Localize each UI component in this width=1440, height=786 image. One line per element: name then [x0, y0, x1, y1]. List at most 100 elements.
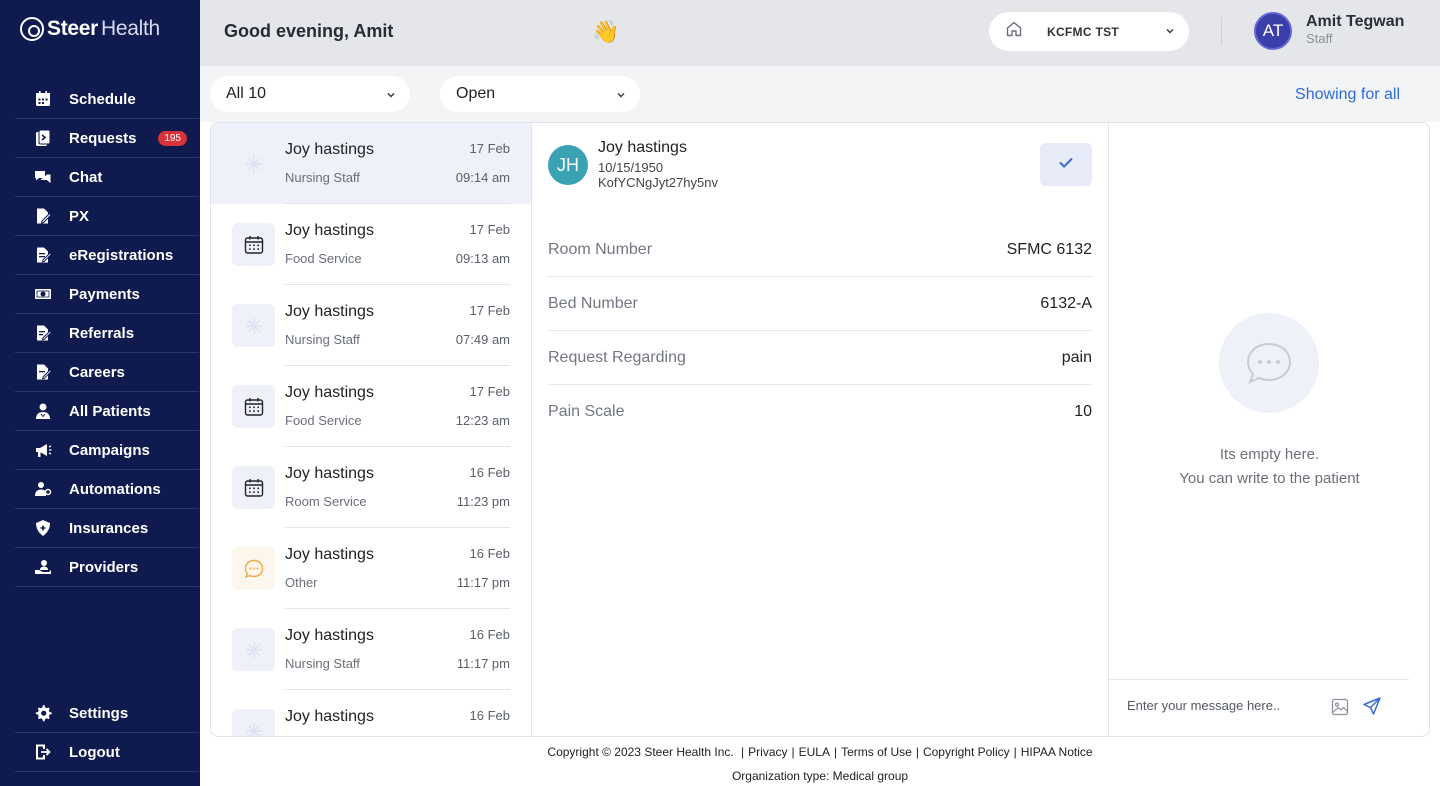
count-filter-dropdown[interactable]: All 10	[210, 76, 410, 112]
automation-icon	[34, 480, 52, 498]
request-list-item[interactable]: Joy hastings Other 16 Feb 11:17 pm	[211, 528, 531, 609]
footer-separator: |	[834, 745, 838, 759]
sidebar-item-schedule[interactable]: Schedule	[15, 80, 199, 119]
sidebar-item-all-patients[interactable]: All Patients	[15, 392, 199, 431]
calendar-icon	[34, 90, 52, 108]
request-date: 16 Feb	[469, 465, 510, 480]
request-list-item[interactable]: Joy hastings Nursing Staff 17 Feb 09:14 am	[211, 123, 531, 204]
steer-health-logo[interactable]: Steer Health	[20, 17, 160, 41]
request-department: Food Service	[285, 251, 362, 266]
send-icon[interactable]	[1362, 696, 1382, 721]
user-name[interactable]: Amit Tegwan	[1306, 13, 1404, 31]
sidebar-item-settings[interactable]: Settings	[15, 694, 199, 733]
organization-type: Organization type: Medical group	[731, 769, 909, 783]
sidebar-item-campaigns[interactable]: Campaigns	[15, 431, 199, 470]
request-list-item[interactable]: Joy hastings 16 Feb	[211, 690, 531, 736]
resolve-button[interactable]	[1040, 143, 1092, 186]
request-department: Nursing Staff	[285, 656, 360, 671]
footer-separator: |	[791, 745, 795, 759]
requests-panel: Joy hastings Nursing Staff 17 Feb 09:14 am J…	[210, 122, 1430, 737]
logo-mark-icon	[20, 17, 44, 41]
insurance-icon	[34, 519, 52, 537]
field-value: SFMC 6132	[1006, 240, 1092, 258]
patient-chat: Its empty here. You can write to the pat…	[1109, 123, 1429, 736]
request-time: 11:23 pm	[456, 494, 510, 509]
request-time: 11:17 pm	[456, 656, 510, 671]
sidebar-item-chat[interactable]: Chat	[15, 158, 199, 197]
request-department: Nursing Staff	[285, 332, 360, 347]
sidebar-item-logout[interactable]: Logout	[15, 733, 199, 772]
footer-link-eula[interactable]: EULA	[799, 745, 830, 759]
request-list-item[interactable]: Joy hastings Food Service 17 Feb 09:13 am	[211, 204, 531, 285]
request-list-item[interactable]: Joy hastings Food Service 17 Feb 12:23 am	[211, 366, 531, 447]
footer-link-terms-of-use[interactable]: Terms of Use	[841, 745, 912, 759]
footer-link-privacy[interactable]: Privacy	[748, 745, 787, 759]
sidebar-item-label: Schedule	[69, 90, 136, 108]
megaphone-icon	[34, 441, 52, 459]
sidebar-item-referrals[interactable]: Referrals	[15, 314, 199, 353]
footer-link-hipaa-notice[interactable]: HIPAA Notice	[1021, 745, 1093, 759]
field-row-room-number: Room Number SFMC 6132	[548, 223, 1092, 277]
patient-avatar: JH	[548, 145, 588, 185]
request-time: 09:13 am	[455, 251, 510, 266]
footer-link-copyright-policy[interactable]: Copyright Policy	[923, 745, 1010, 759]
nursing-icon	[232, 709, 275, 736]
filter-bar: All 10 Open Showing for all	[200, 66, 1440, 122]
greeting: Good evening, Amit	[224, 21, 394, 41]
logo-text-bold: Steer	[47, 17, 99, 40]
provider-icon	[34, 558, 52, 576]
sidebar-item-label: Settings	[69, 704, 129, 722]
showing-for-all-link[interactable]: Showing for all	[1295, 86, 1400, 104]
sidebar-item-label: All Patients	[69, 402, 151, 420]
empty-chat-subtitle: You can write to the patient	[1179, 470, 1360, 487]
sidebar: Steer Health Schedule Requests 195 Chat PX eRe…	[0, 0, 200, 786]
footer-separator: |	[915, 745, 919, 759]
sidebar-item-automations[interactable]: Automations	[15, 470, 199, 509]
chevron-down-icon	[1165, 23, 1175, 41]
request-list-item[interactable]: Joy hastings Room Service 16 Feb 11:23 pm	[211, 447, 531, 528]
sidebar-item-px[interactable]: PX	[15, 197, 199, 236]
field-value: pain	[1061, 348, 1092, 366]
sidebar-item-label: Referrals	[69, 324, 135, 342]
calendar-icon	[232, 223, 275, 266]
request-list[interactable]: Joy hastings Nursing Staff 17 Feb 09:14 am J…	[211, 123, 532, 736]
request-date: 17 Feb	[469, 222, 510, 237]
sidebar-item-label: Payments	[69, 285, 140, 303]
request-date: 17 Feb	[469, 141, 510, 156]
request-list-item[interactable]: Joy hastings Nursing Staff 16 Feb 11:17 pm	[211, 609, 531, 690]
status-filter-dropdown[interactable]: Open	[440, 76, 640, 112]
field-label: Bed Number	[548, 294, 638, 312]
message-input[interactable]	[1127, 698, 1317, 713]
sidebar-item-insurances[interactable]: Insurances	[15, 509, 199, 548]
request-time: 12:23 am	[455, 413, 510, 428]
chevron-down-icon	[386, 87, 396, 105]
sidebar-item-careers[interactable]: Careers	[15, 353, 199, 392]
sidebar-item-providers[interactable]: Providers	[15, 548, 199, 587]
home-icon	[1005, 20, 1023, 43]
request-list-item[interactable]: Joy hastings Nursing Staff 17 Feb 07:49 am	[211, 285, 531, 366]
field-row-pain-scale: Pain Scale 10	[548, 385, 1092, 439]
patient-dob: 10/15/1950	[598, 160, 664, 175]
chat-icon	[34, 168, 52, 186]
sidebar-item-label: Insurances	[69, 519, 149, 537]
empty-chat-icon	[1219, 313, 1319, 413]
logo-text-light: Health	[101, 17, 160, 40]
facility-selector[interactable]: KCFMC TST	[989, 12, 1189, 51]
facility-name: KCFMC TST	[1047, 24, 1120, 39]
sidebar-item-requests[interactable]: Requests 195	[15, 119, 199, 158]
sidebar-item-label: Chat	[69, 168, 103, 186]
patient-name: Joy hastings	[598, 139, 687, 156]
sidebar-nav: Schedule Requests 195 Chat PX eRegistrations P…	[15, 80, 199, 587]
sidebar-item-eregistrations[interactable]: eRegistrations	[15, 236, 199, 275]
sidebar-bottom-nav: Settings Logout	[15, 694, 199, 772]
calendar-icon	[232, 466, 275, 509]
request-time: 11:17 pm	[456, 575, 510, 590]
user-avatar[interactable]: AT	[1254, 12, 1292, 50]
request-patient-name: Joy hastings	[285, 384, 374, 401]
nursing-icon	[232, 304, 275, 347]
image-attach-icon[interactable]	[1331, 698, 1349, 721]
chevron-down-icon	[616, 87, 626, 105]
sidebar-item-payments[interactable]: Payments	[15, 275, 199, 314]
field-label: Request Regarding	[548, 348, 686, 366]
sidebar-item-label: Automations	[69, 480, 161, 498]
